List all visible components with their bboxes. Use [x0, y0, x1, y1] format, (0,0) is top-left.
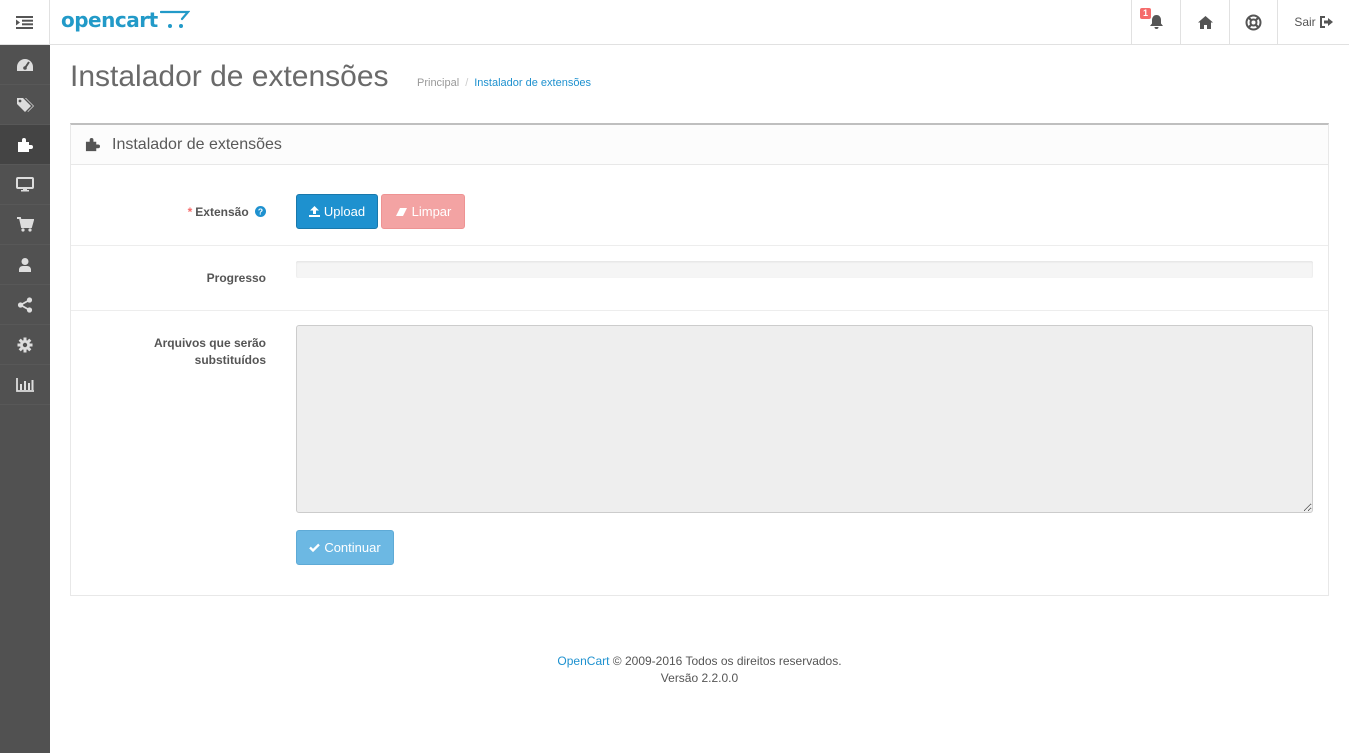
menu-indent-icon — [16, 15, 33, 29]
footer-copyright: © 2009-2016 Todos os direitos reservados… — [612, 654, 842, 668]
clear-button[interactable]: Limpar — [381, 194, 465, 229]
sidebar — [0, 45, 50, 753]
logout-button[interactable]: Sair — [1277, 0, 1349, 44]
store-home-button[interactable] — [1180, 0, 1229, 44]
sidebar-item-marketing[interactable] — [0, 285, 50, 325]
sign-out-icon — [1319, 16, 1333, 28]
extension-row: * Extensão ? Upload Limpar — [71, 165, 1328, 246]
clear-label: Limpar — [411, 204, 452, 219]
panel-title: Instalador de extensões — [112, 135, 282, 153]
gear-icon — [17, 337, 33, 352]
cart-icon — [16, 217, 34, 232]
notifications-button[interactable]: 1 — [1131, 0, 1180, 44]
tags-icon — [17, 97, 34, 112]
check-icon — [309, 543, 321, 552]
sidebar-item-system[interactable] — [0, 325, 50, 365]
eraser-icon — [395, 207, 407, 216]
puzzle-icon — [85, 137, 100, 152]
desktop-icon — [16, 177, 34, 192]
breadcrumb-home-link[interactable]: Principal — [417, 77, 459, 89]
user-icon — [19, 258, 31, 272]
installer-panel: Instalador de extensões * Extensão ? Uplo… — [70, 123, 1329, 596]
sidebar-item-reports[interactable] — [0, 365, 50, 405]
sidebar-item-dashboard[interactable] — [0, 45, 50, 85]
progress-bar — [296, 261, 1313, 278]
breadcrumb-current-link[interactable]: Instalador de extensões — [474, 77, 591, 89]
required-mark: * — [187, 205, 193, 219]
menu-toggle-button[interactable] — [0, 0, 50, 44]
footer: OpenCart © 2009-2016 Todos os direitos r… — [50, 653, 1349, 687]
page-title: Instalador de extensões — [70, 60, 389, 93]
sidebar-item-customers[interactable] — [0, 245, 50, 285]
opencart-logo[interactable]: opencart — [61, 8, 190, 32]
footer-opencart-link[interactable]: OpenCart — [557, 654, 609, 668]
progress-row: Progresso — [71, 246, 1328, 311]
top-header: opencart 1 Sair — [0, 0, 1349, 45]
sidebar-item-sales[interactable] — [0, 205, 50, 245]
notification-badge: 1 — [1140, 8, 1152, 19]
files-label-line2: substituídos — [194, 353, 266, 367]
sidebar-item-catalog[interactable] — [0, 85, 50, 125]
extension-label-text: Extensão — [195, 205, 249, 219]
upload-icon — [308, 206, 320, 217]
overwrite-files-textarea[interactable] — [296, 325, 1313, 513]
sidebar-item-extensions[interactable] — [0, 125, 50, 165]
upload-button[interactable]: Upload — [296, 194, 378, 229]
panel-heading: Instalador de extensões — [71, 125, 1328, 165]
home-icon — [1197, 15, 1213, 29]
help-tooltip-icon[interactable]: ? — [255, 206, 266, 217]
bar-chart-icon — [16, 377, 34, 392]
continue-label: Continuar — [324, 540, 381, 555]
files-label: Arquivos que serão substituídos — [154, 335, 266, 369]
svg-text:?: ? — [258, 207, 263, 217]
upload-label: Upload — [323, 204, 366, 219]
logo-text: opencart — [61, 8, 158, 32]
footer-version: Versão 2.2.0.0 — [660, 671, 739, 685]
life-ring-icon — [1245, 14, 1262, 30]
files-label-line1: Arquivos que serão — [153, 336, 266, 350]
progress-label: Progresso — [206, 271, 266, 285]
share-icon — [17, 296, 33, 313]
dashboard-icon — [17, 58, 33, 71]
logout-label: Sair — [1294, 15, 1316, 29]
footer-copyright-line: OpenCart © 2009-2016 Todos os direitos r… — [50, 653, 1349, 670]
help-button[interactable] — [1229, 0, 1277, 44]
puzzle-icon — [18, 137, 33, 152]
extension-label: * Extensão ? — [188, 204, 266, 221]
breadcrumb: Principal / Instalador de extensões — [417, 77, 591, 89]
cart-logo-icon — [159, 10, 190, 28]
breadcrumb-separator: / — [465, 77, 469, 89]
sidebar-item-design[interactable] — [0, 165, 50, 205]
continue-button[interactable]: Continuar — [296, 530, 394, 565]
